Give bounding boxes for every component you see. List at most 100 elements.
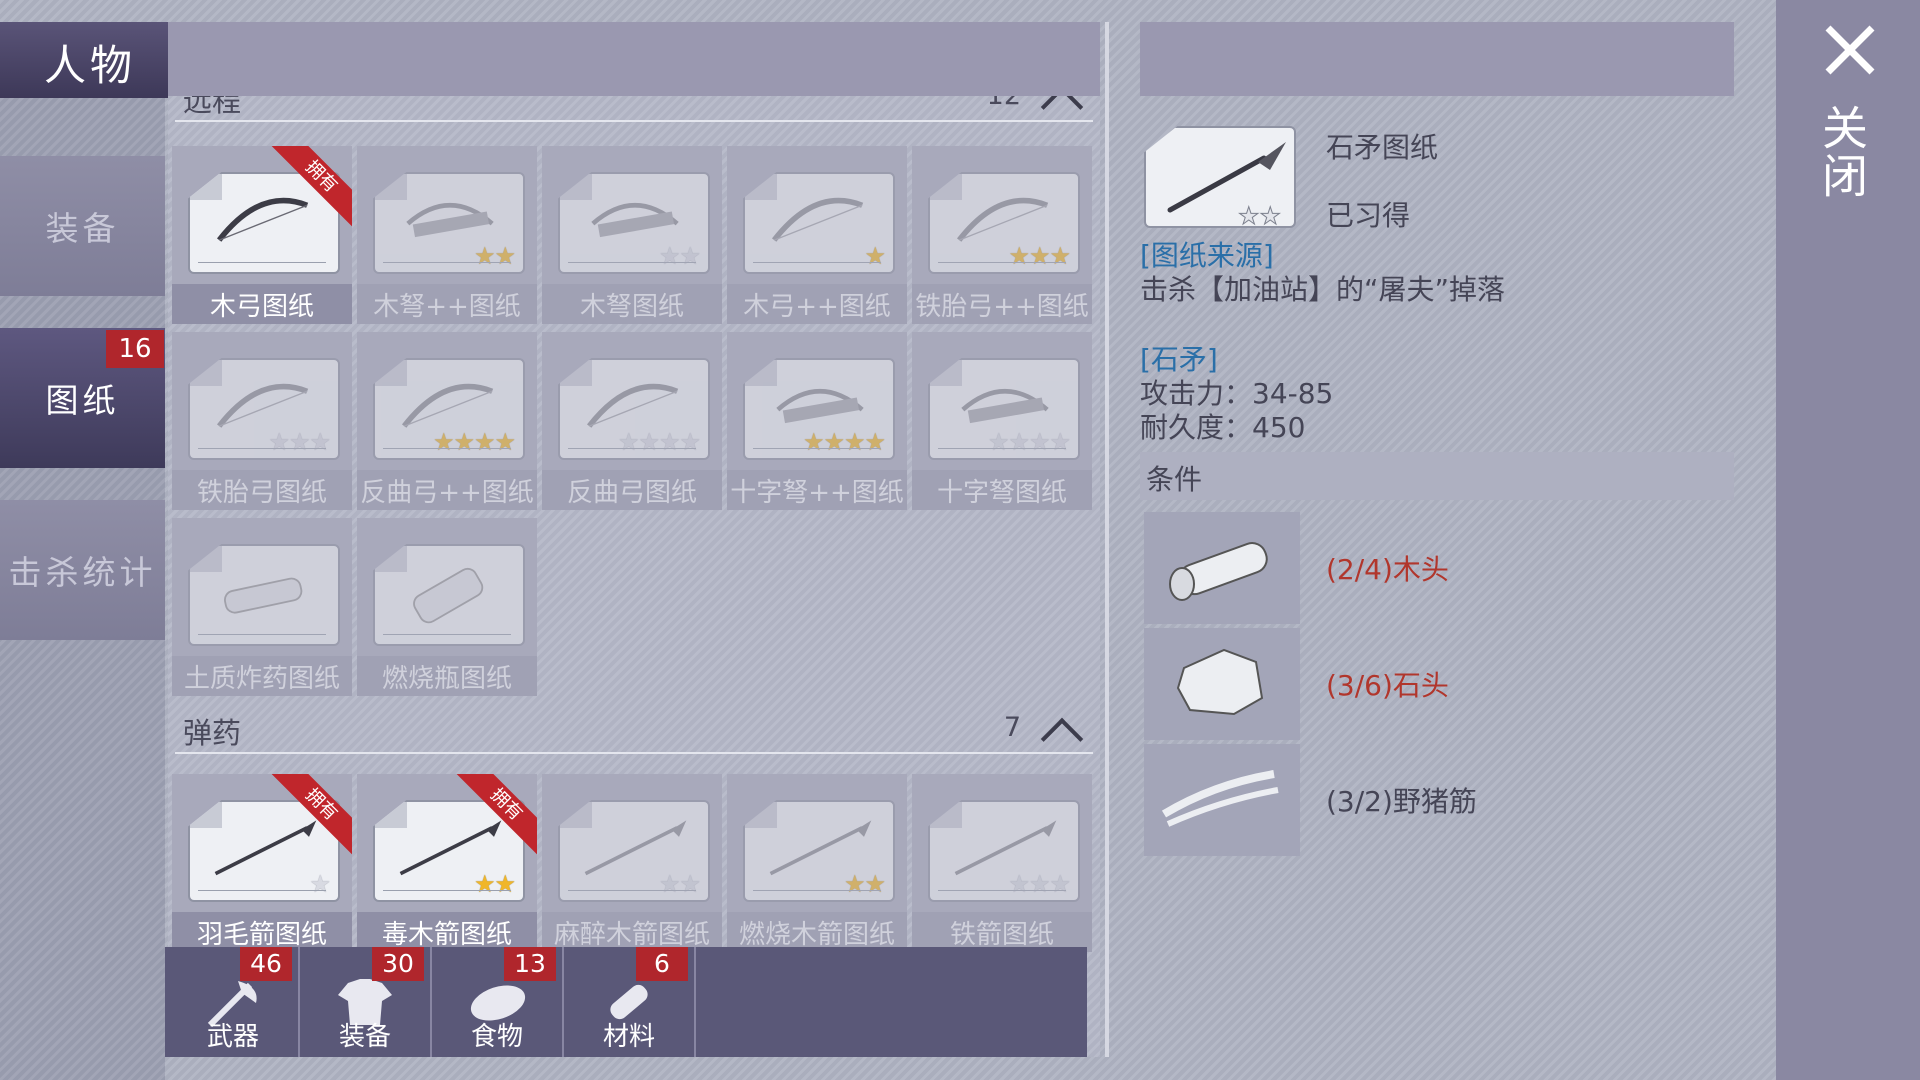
blueprint-item-icon: [216, 197, 309, 242]
tab-equipment-label: 装备: [45, 209, 120, 248]
blueprint-card[interactable]: ★★ 燃烧木箭图纸: [727, 774, 907, 952]
blueprint-card[interactable]: ★★★★ 反曲弓图纸: [542, 332, 722, 510]
close-icon[interactable]: [1820, 20, 1880, 80]
blueprint-card[interactable]: ★★ 拥有 毒木箭图纸: [357, 774, 537, 952]
tab-kill-stats[interactable]: 击杀统计: [0, 500, 165, 640]
log-icon: [1169, 542, 1268, 601]
star-rating: ★★★: [1008, 242, 1071, 270]
conditions-title: 条件: [1146, 463, 1203, 496]
star-rating: ★★: [658, 242, 701, 270]
svg-text:★★: ★★: [1238, 202, 1281, 230]
blueprint-card[interactable]: ★★★ 铁胎弓图纸: [172, 332, 352, 510]
blueprint-item-icon: [413, 567, 484, 624]
blueprint-card[interactable]: ★★ 木弩++图纸: [357, 146, 537, 324]
detail-blueprint-image: ★★: [1144, 126, 1296, 228]
blueprint-card-label: 铁胎弓图纸: [172, 470, 352, 510]
blueprint-item-icon: [771, 197, 864, 242]
blueprint-card-label: 木弓++图纸: [727, 284, 907, 324]
blueprint-item-icon: [214, 820, 317, 876]
blueprint-paper: ★: [743, 172, 895, 274]
blueprint-card-label: 燃烧瓶图纸: [357, 656, 537, 696]
star-rating: ★★: [843, 870, 886, 898]
blueprint-paper: ★★★★: [928, 358, 1080, 460]
blueprint-paper: [373, 544, 525, 646]
blueprint-card-label: 十字弩++图纸: [727, 470, 907, 510]
blueprint-card[interactable]: ★★★ 铁箭图纸: [912, 774, 1092, 952]
section-ammo-count: 7: [1003, 712, 1021, 743]
inventory-count-badge: 46: [240, 947, 292, 981]
blueprint-card-label: 木弩图纸: [542, 284, 722, 324]
blueprint-card[interactable]: 燃烧瓶图纸: [357, 518, 537, 696]
blueprint-paper: ★★★: [928, 172, 1080, 274]
star-rating: ★★: [473, 242, 516, 270]
blueprint-paper: [188, 544, 340, 646]
tab-blueprints-label: 图纸: [45, 381, 120, 420]
material-wood-name: 木头: [1392, 553, 1449, 586]
star-rating: ★★★★: [987, 428, 1071, 456]
blueprint-card[interactable]: ★★★ 铁胎弓++图纸: [912, 146, 1092, 324]
material-wood-slot[interactable]: [1144, 512, 1300, 624]
blueprint-card[interactable]: 土质炸药图纸: [172, 518, 352, 696]
star-rating: ★★★: [268, 428, 331, 456]
section-ammo-header[interactable]: 弹药 7: [175, 704, 1093, 761]
detail-status: 已习得: [1326, 199, 1411, 232]
material-wood-count: (2/4): [1326, 553, 1393, 586]
material-sinew-name: 野猪筋: [1392, 785, 1477, 818]
blueprint-card[interactable]: ★★★★ 十字弩图纸: [912, 332, 1092, 510]
blueprint-card[interactable]: ★★★★ 反曲弓++图纸: [357, 332, 537, 510]
star-rating: ★★: [658, 870, 701, 898]
material-wood-text: (2/4)木头: [1326, 548, 1449, 588]
blueprint-card-label: 木弓图纸: [172, 284, 352, 324]
inventory-count-badge: 13: [504, 947, 556, 981]
blueprint-paper: ★★★: [928, 800, 1080, 902]
star-rating: ★★★: [1008, 870, 1071, 898]
blueprint-card-label: 麻醉木箭图纸: [542, 912, 722, 952]
inventory-count-badge: 6: [636, 947, 688, 981]
sidebar: 装备 图纸 击杀统计: [0, 98, 165, 1080]
blueprint-paper: ★★: [373, 172, 525, 274]
blueprint-card[interactable]: ★★★★ 十字弩++图纸: [727, 332, 907, 510]
star-rating: ★★: [473, 870, 516, 898]
chevron-up-icon[interactable]: [1040, 717, 1084, 761]
star-rating: ★★★★: [802, 428, 886, 456]
material-stone-name: 石头: [1392, 669, 1449, 702]
blueprint-card-label: 燃烧木箭图纸: [727, 912, 907, 952]
inventory-tab-4[interactable]: 6 材料: [564, 947, 696, 1057]
inventory-tab-label: 材料: [602, 1022, 655, 1052]
conditions-header: 条件: [1140, 452, 1734, 500]
source-text: 击杀【加油站】的“屠夫”掉落: [1140, 273, 1506, 306]
blueprint-card[interactable]: ★★ 木弩图纸: [542, 146, 722, 324]
inventory-tab-label: 武器: [206, 1022, 259, 1052]
blueprint-card-label: 羽毛箭图纸: [172, 912, 352, 952]
blueprint-paper: ★★★★: [743, 358, 895, 460]
inventory-tab-label: 食物: [470, 1022, 523, 1052]
stone-icon: [1176, 648, 1264, 716]
material-sinew-text: (3/2)野猪筋: [1326, 780, 1477, 820]
inventory-count-badge: 30: [372, 947, 424, 981]
inventory-tab-2[interactable]: 30 装备: [300, 947, 432, 1057]
blueprint-card-label: 铁箭图纸: [912, 912, 1092, 952]
blueprint-card-label: 木弩++图纸: [357, 284, 537, 324]
blueprint-card[interactable]: ★ 木弓++图纸: [727, 146, 907, 324]
tab-equipment[interactable]: 装备: [0, 156, 165, 296]
blueprint-paper: ★★★★: [373, 358, 525, 460]
inventory-tab-3[interactable]: 13 食物: [432, 947, 564, 1057]
blueprint-item-icon: [224, 577, 303, 614]
inventory-tab-1[interactable]: 46 武器: [168, 947, 300, 1057]
inventory-tab-label: 装备: [338, 1022, 391, 1052]
blueprint-card[interactable]: ★★ 麻醉木箭图纸: [542, 774, 722, 952]
material-stone-text: (3/6)石头: [1326, 664, 1449, 704]
blueprint-card[interactable]: 拥有 木弓图纸: [172, 146, 352, 324]
panel-divider: [1105, 22, 1109, 1057]
material-stone-count: (3/6): [1326, 669, 1393, 702]
blueprint-card-label: 十字弩图纸: [912, 470, 1092, 510]
material-stone-slot[interactable]: [1144, 628, 1300, 740]
close-label[interactable]: 关闭: [1815, 104, 1869, 200]
material-sinew-count: (3/2): [1326, 785, 1393, 818]
material-sinew-slot[interactable]: [1144, 744, 1300, 856]
blueprint-card-label: 土质炸药图纸: [172, 656, 352, 696]
star-rating: ★: [309, 870, 330, 898]
blueprint-paper: ★★★: [188, 358, 340, 460]
blueprint-card[interactable]: ★ 拥有 羽毛箭图纸: [172, 774, 352, 952]
detail-name: 石矛图纸: [1326, 131, 1439, 164]
